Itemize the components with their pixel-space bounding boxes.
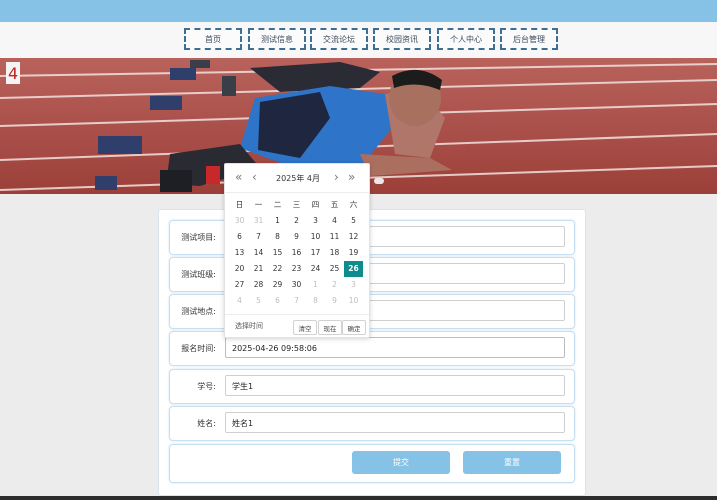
calendar-day[interactable]: 1 — [306, 277, 325, 293]
calendar-day[interactable]: 7 — [249, 229, 268, 245]
calendar-day[interactable]: 27 — [230, 277, 249, 293]
nav-item-test-info[interactable]: 测试信息 — [248, 28, 306, 50]
calendar-day[interactable]: 2 — [287, 213, 306, 229]
calendar-day[interactable]: 18 — [325, 245, 344, 261]
calendar-day-selected[interactable]: 26 — [344, 261, 363, 277]
calendar-day[interactable]: 6 — [268, 293, 287, 309]
calendar-day[interactable]: 3 — [306, 213, 325, 229]
nav-item-news[interactable]: 校园资讯 — [373, 28, 431, 50]
bottom-edge — [0, 496, 717, 500]
calendar-day[interactable]: 11 — [325, 229, 344, 245]
calendar-day[interactable]: 24 — [306, 261, 325, 277]
calendar-day[interactable]: 30 — [230, 213, 249, 229]
submit-button[interactable]: 提交 — [352, 451, 450, 474]
weekday-header-row: 日一二三四五六 — [230, 197, 363, 213]
calendar-day[interactable]: 28 — [249, 277, 268, 293]
weekday-label: 一 — [254, 200, 263, 209]
calendar-day[interactable]: 31 — [249, 213, 268, 229]
field-label: 姓名: — [197, 419, 216, 428]
calendar-grid: 日一二三四五六 30 31 1 2 3 4 5 6 7 8 9 10 11 12 13 14 15 16 17 18 19… — [230, 197, 363, 309]
calendar-day[interactable]: 4 — [325, 213, 344, 229]
calendar-day[interactable]: 29 — [268, 277, 287, 293]
student-id-input[interactable]: 学生1 — [225, 375, 565, 396]
field-label: 测试班级: — [181, 270, 216, 279]
calendar-day[interactable]: 8 — [306, 293, 325, 309]
nav-item-forum[interactable]: 交流论坛 — [310, 28, 368, 50]
calendar-day[interactable]: 22 — [268, 261, 287, 277]
calendar-day[interactable]: 2 — [325, 277, 344, 293]
next-year-icon[interactable]: » — [348, 170, 355, 184]
calendar-day[interactable]: 13 — [230, 245, 249, 261]
calendar-week-row: 27 28 29 30 1 2 3 — [230, 277, 363, 293]
calendar-day[interactable]: 5 — [344, 213, 363, 229]
svg-text:4: 4 — [8, 64, 18, 83]
calendar-day[interactable]: 4 — [230, 293, 249, 309]
date-picker-footer: 选择时间 清空 现在 确定 — [225, 314, 369, 338]
calendar-week-row: 20 21 22 23 24 25 26 — [230, 261, 363, 277]
now-button[interactable]: 现在 — [318, 320, 342, 335]
calendar-week-row: 30 31 1 2 3 4 5 — [230, 213, 363, 229]
calendar-day[interactable]: 23 — [287, 261, 306, 277]
month-year-title[interactable]: 2025年 4月 — [271, 173, 325, 184]
weekday-label: 二 — [273, 200, 282, 209]
date-picker-header: « ‹ 2025年 4月 › » — [225, 164, 369, 193]
calendar-day[interactable]: 1 — [268, 213, 287, 229]
weekday-label: 五 — [330, 200, 339, 209]
top-bar — [0, 0, 717, 22]
calendar-week-row: 6 7 8 9 10 11 12 — [230, 229, 363, 245]
calendar-day[interactable]: 8 — [268, 229, 287, 245]
nav-item-admin[interactable]: 后台管理 — [500, 28, 558, 50]
nav-item-profile[interactable]: 个人中心 — [437, 28, 495, 50]
calendar-day[interactable]: 10 — [306, 229, 325, 245]
calendar-day[interactable]: 7 — [287, 293, 306, 309]
calendar-day[interactable]: 15 — [268, 245, 287, 261]
weekday-label: 四 — [311, 200, 320, 209]
select-time-link[interactable]: 选择时间 — [235, 321, 263, 331]
prev-month-icon[interactable]: ‹ — [252, 170, 257, 184]
calendar-day[interactable]: 16 — [287, 245, 306, 261]
signup-time-input[interactable]: 2025-04-26 09:58:06 — [225, 337, 565, 358]
date-picker-popup: « ‹ 2025年 4月 › » 日一二三四五六 30 31 1 2 3 4 5 6 7 8 9 10 1… — [224, 163, 370, 338]
calendar-day[interactable]: 17 — [306, 245, 325, 261]
name-input[interactable]: 姓名1 — [225, 412, 565, 433]
calendar-day[interactable]: 12 — [344, 229, 363, 245]
calendar-day[interactable]: 14 — [249, 245, 268, 261]
field-label: 测试项目: — [181, 233, 216, 242]
calendar-day[interactable]: 10 — [344, 293, 363, 309]
weekday-label: 日 — [235, 200, 244, 209]
next-month-icon[interactable]: › — [334, 170, 339, 184]
form-row-name: 姓名: 姓名1 — [169, 406, 575, 441]
field-label: 报名时间: — [181, 344, 216, 353]
calendar-day[interactable]: 30 — [287, 277, 306, 293]
confirm-button[interactable]: 确定 — [342, 320, 366, 335]
calendar-week-row: 4 5 6 7 8 9 10 — [230, 293, 363, 309]
calendar-day[interactable]: 5 — [249, 293, 268, 309]
prev-year-icon[interactable]: « — [235, 170, 242, 184]
calendar-day[interactable]: 20 — [230, 261, 249, 277]
weekday-label: 三 — [292, 200, 301, 209]
calendar-day[interactable]: 6 — [230, 229, 249, 245]
calendar-week-row: 13 14 15 16 17 18 19 — [230, 245, 363, 261]
calendar-day[interactable]: 21 — [249, 261, 268, 277]
field-label: 测试地点: — [181, 307, 216, 316]
calendar-day[interactable]: 19 — [344, 245, 363, 261]
calendar-day[interactable]: 25 — [325, 261, 344, 277]
calendar-day[interactable]: 9 — [325, 293, 344, 309]
nav-item-home[interactable]: 首页 — [184, 28, 242, 50]
form-row-student-id: 学号: 学生1 — [169, 369, 575, 404]
calendar-day[interactable]: 9 — [287, 229, 306, 245]
carousel-dot[interactable] — [374, 178, 384, 184]
nav-bar: 首页 测试信息 交流论坛 校园资讯 个人中心 后台管理 — [0, 22, 717, 58]
calendar-day[interactable]: 3 — [344, 277, 363, 293]
clear-button[interactable]: 清空 — [293, 320, 317, 335]
weekday-label: 六 — [349, 200, 358, 209]
field-label: 学号: — [197, 382, 216, 391]
reset-button[interactable]: 重置 — [463, 451, 561, 474]
